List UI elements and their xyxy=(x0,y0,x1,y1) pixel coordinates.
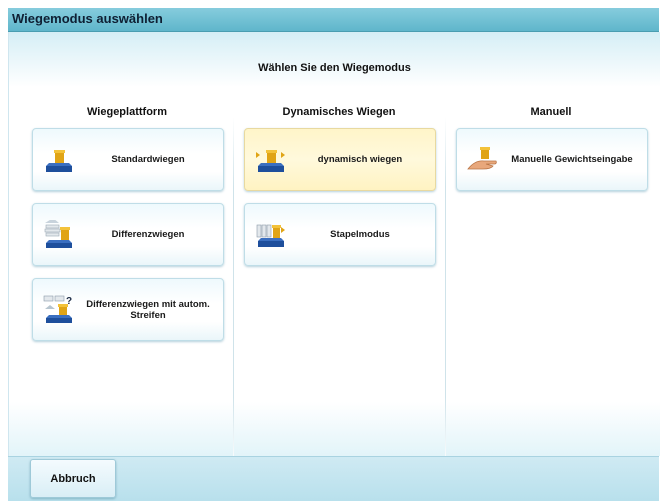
cancel-button[interactable]: Abbruch xyxy=(30,459,116,498)
differential-weighing-button[interactable]: Differenzwiegen xyxy=(32,203,224,266)
dynamic-scale-icon xyxy=(256,150,285,172)
column-divider xyxy=(233,117,234,467)
hand-weight-icon xyxy=(467,147,497,170)
weighing-mode-dialog: Wiegemodus auswählen Wählen Sie den Wieg… xyxy=(0,0,660,501)
scale-icon xyxy=(46,150,72,172)
tile-label: Manuelle Gewichtseingabe xyxy=(511,154,633,165)
manual-weight-entry-button[interactable]: Manuelle Gewichtseingabe xyxy=(456,128,648,191)
tile-label: Standardwiegen xyxy=(111,154,185,165)
column-divider xyxy=(445,117,446,467)
tile-label: Differenzwiegen xyxy=(111,229,185,240)
stack-mode-button[interactable]: Stapelmodus xyxy=(244,203,436,266)
tile-label: dynamisch wiegen xyxy=(317,154,403,165)
column-header-wiegeplattform: Wiegeplattform xyxy=(87,106,167,118)
differential-auto-tape-button[interactable]: ? Differenzwiegen mit autom. Streifen xyxy=(32,278,224,341)
column-header-dynamisches-wiegen: Dynamisches Wiegen xyxy=(282,106,396,118)
window-title: Wiegemodus auswählen xyxy=(12,11,163,26)
differential-tape-scale-icon: ? xyxy=(43,295,72,323)
footer-bar: Abbruch xyxy=(8,456,659,501)
tile-label: Stapelmodus xyxy=(330,229,390,240)
dialog-body: Wählen Sie den Wiegemodus Wiegeplattform… xyxy=(8,32,660,467)
dynamic-weighing-button[interactable]: dynamisch wiegen xyxy=(244,128,436,191)
tile-label: Differenzwiegen mit autom. Streifen xyxy=(86,298,210,321)
instruction-text: Wählen Sie den Wiegemodus xyxy=(258,62,411,74)
standard-weighing-button[interactable]: Standardwiegen xyxy=(32,128,224,191)
title-bar: Wiegemodus auswählen xyxy=(8,8,659,32)
mail-stack-scale-icon xyxy=(44,220,72,248)
stack-mode-icon xyxy=(256,224,285,247)
column-header-manuell: Manuell xyxy=(530,106,572,118)
